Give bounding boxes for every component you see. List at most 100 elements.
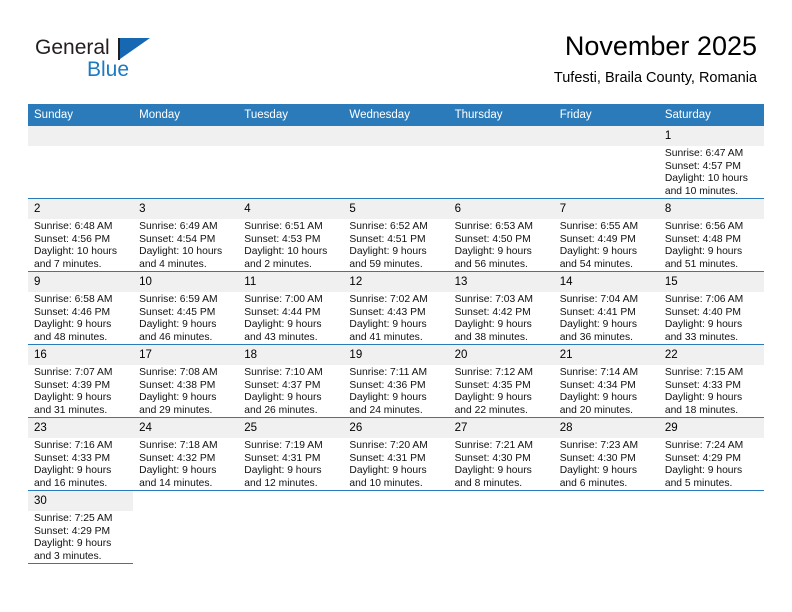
calendar-day-cell[interactable]: 15 Sunrise: 7:06 AM Sunset: 4:40 PM Dayligh… [658, 271, 764, 345]
daylight-text: Daylight: 9 hours and 41 minutes. [349, 319, 427, 343]
day-number: 12 [343, 272, 449, 292]
day-sun-info: Sunrise: 6:49 AM Sunset: 4:54 PM Daylight:… [133, 219, 238, 271]
calendar-day-cell[interactable]: 22 Sunrise: 7:15 AM Sunset: 4:33 PM Dayligh… [658, 344, 764, 418]
calendar-day-cell[interactable]: 12 Sunrise: 7:02 AM Sunset: 4:43 PM Dayligh… [343, 271, 449, 345]
calendar-day-cell[interactable]: 5 Sunrise: 6:52 AM Sunset: 4:51 PM Daylight… [343, 198, 449, 272]
sunrise-text: Sunrise: 7:12 AM [454, 367, 533, 378]
calendar-day-cell[interactable]: 7 Sunrise: 6:55 AM Sunset: 4:49 PM Daylight… [553, 198, 659, 272]
calendar-week-row: 16 Sunrise: 7:07 AM Sunset: 4:39 PM Dayligh… [28, 344, 764, 418]
weekday-header-monday: Monday [133, 104, 239, 126]
calendar-day-cell[interactable]: 19 Sunrise: 7:11 AM Sunset: 4:36 PM Dayligh… [343, 344, 449, 418]
calendar-day-cell[interactable]: 3 Sunrise: 6:49 AM Sunset: 4:54 PM Daylight… [133, 198, 239, 272]
day-sun-info: Sunrise: 7:02 AM Sunset: 4:43 PM Daylight:… [343, 292, 448, 344]
calendar-day-cell[interactable]: 10 Sunrise: 6:59 AM Sunset: 4:45 PM Dayligh… [133, 271, 239, 345]
day-sun-info: Sunrise: 6:58 AM Sunset: 4:46 PM Daylight:… [28, 292, 133, 344]
calendar-day-cell[interactable]: 16 Sunrise: 7:07 AM Sunset: 4:39 PM Dayligh… [28, 344, 134, 418]
day-number: 25 [238, 418, 344, 438]
day-number: 29 [658, 418, 764, 438]
calendar-day-cell[interactable]: 30 Sunrise: 7:25 AM Sunset: 4:29 PM Dayligh… [28, 490, 134, 564]
calendar-cell-empty [343, 126, 449, 199]
sunrise-text: Sunrise: 7:06 AM [664, 294, 744, 305]
sunrise-sunset-calendar: Sunday Monday Tuesday Wednesday Thursday… [28, 104, 764, 564]
calendar-day-cell[interactable]: 26 Sunrise: 7:20 AM Sunset: 4:31 PM Dayligh… [343, 417, 449, 491]
sunrise-text: Sunrise: 6:56 AM [664, 221, 744, 232]
sunset-text: Sunset: 4:54 PM [139, 233, 216, 245]
day-sun-info: Sunrise: 6:53 AM Sunset: 4:50 PM Daylight:… [449, 219, 554, 271]
calendar-day-cell[interactable]: 27 Sunrise: 7:21 AM Sunset: 4:30 PM Dayligh… [448, 417, 554, 491]
calendar-day-cell[interactable]: 2 Sunrise: 6:48 AM Sunset: 4:56 PM Daylight… [28, 198, 134, 272]
day-number: 6 [448, 199, 554, 219]
sunset-text: Sunset: 4:46 PM [34, 306, 111, 318]
calendar-day-cell[interactable]: 18 Sunrise: 7:10 AM Sunset: 4:37 PM Dayligh… [238, 344, 344, 418]
sunrise-text: Sunrise: 6:59 AM [139, 294, 218, 305]
day-sun-info: Sunrise: 7:15 AM Sunset: 4:33 PM Daylight:… [659, 365, 764, 417]
sunrise-text: Sunrise: 7:03 AM [454, 294, 533, 305]
sunrise-text: Sunrise: 7:15 AM [664, 367, 744, 378]
calendar-day-cell[interactable]: 6 Sunrise: 6:53 AM Sunset: 4:50 PM Daylight… [448, 198, 554, 272]
sunrise-text: Sunrise: 7:00 AM [244, 294, 323, 305]
day-number: 18 [238, 345, 344, 365]
sunset-text: Sunset: 4:34 PM [559, 379, 636, 391]
calendar-week-row: 23 Sunrise: 7:16 AM Sunset: 4:33 PM Dayligh… [28, 417, 764, 491]
sunrise-text: Sunrise: 7:14 AM [559, 367, 639, 378]
day-sun-info: Sunrise: 6:51 AM Sunset: 4:53 PM Daylight:… [238, 219, 343, 271]
calendar-day-cell[interactable]: 4 Sunrise: 6:51 AM Sunset: 4:53 PM Daylight… [238, 198, 344, 272]
day-number: 11 [238, 272, 344, 292]
calendar-day-cell[interactable]: 8 Sunrise: 6:56 AM Sunset: 4:48 PM Daylight… [658, 198, 764, 272]
calendar-cell-blank [238, 490, 344, 564]
sunrise-text: Sunrise: 7:21 AM [454, 440, 533, 451]
sunrise-text: Sunrise: 7:16 AM [34, 440, 113, 451]
calendar-cell-empty [553, 126, 659, 199]
daylight-text: Daylight: 9 hours and 22 minutes. [454, 392, 532, 416]
sunset-text: Sunset: 4:31 PM [244, 452, 321, 464]
calendar-day-cell[interactable]: 9 Sunrise: 6:58 AM Sunset: 4:46 PM Daylight… [28, 271, 134, 345]
sunrise-text: Sunrise: 7:10 AM [244, 367, 323, 378]
day-number [28, 126, 134, 146]
day-number [343, 126, 449, 146]
calendar-day-cell[interactable]: 21 Sunrise: 7:14 AM Sunset: 4:34 PM Dayligh… [553, 344, 659, 418]
page-header: General Blue November 2025 Tufesti, Brai… [0, 0, 792, 104]
day-number: 26 [343, 418, 449, 438]
sunset-text: Sunset: 4:42 PM [454, 306, 531, 318]
daylight-text: Daylight: 9 hours and 20 minutes. [559, 392, 637, 416]
sunrise-text: Sunrise: 6:47 AM [664, 148, 744, 159]
sunset-text: Sunset: 4:38 PM [139, 379, 216, 391]
day-sun-info: Sunrise: 7:11 AM Sunset: 4:36 PM Daylight:… [343, 365, 448, 417]
calendar-cell-empty [133, 126, 239, 199]
calendar-day-cell[interactable]: 14 Sunrise: 7:04 AM Sunset: 4:41 PM Dayligh… [553, 271, 659, 345]
calendar-day-cell[interactable]: 1 Sunrise: 6:47 AM Sunset: 4:57 PM Daylight… [658, 126, 764, 199]
sunrise-text: Sunrise: 6:48 AM [34, 221, 113, 232]
day-number: 7 [553, 199, 659, 219]
calendar-day-cell[interactable]: 17 Sunrise: 7:08 AM Sunset: 4:38 PM Dayligh… [133, 344, 239, 418]
daylight-text: Daylight: 10 hours and 4 minutes. [139, 246, 223, 270]
day-sun-info: Sunrise: 7:14 AM Sunset: 4:34 PM Daylight:… [554, 365, 659, 417]
day-sun-info: Sunrise: 6:55 AM Sunset: 4:49 PM Daylight:… [554, 219, 659, 271]
sunset-text: Sunset: 4:49 PM [559, 233, 636, 245]
day-sun-info: Sunrise: 7:16 AM Sunset: 4:33 PM Daylight:… [28, 438, 133, 490]
calendar-day-cell[interactable]: 13 Sunrise: 7:03 AM Sunset: 4:42 PM Dayligh… [448, 271, 554, 345]
day-number: 3 [133, 199, 239, 219]
daylight-text: Daylight: 9 hours and 51 minutes. [664, 246, 743, 270]
calendar-cell-blank [133, 490, 239, 564]
calendar-day-cell[interactable]: 24 Sunrise: 7:18 AM Sunset: 4:32 PM Dayligh… [133, 417, 239, 491]
weekday-header-wednesday: Wednesday [343, 104, 449, 126]
calendar-day-cell[interactable]: 23 Sunrise: 7:16 AM Sunset: 4:33 PM Dayligh… [28, 417, 134, 491]
logo-text-blue: Blue [87, 58, 130, 81]
day-sun-info: Sunrise: 7:24 AM Sunset: 4:29 PM Daylight:… [659, 438, 764, 490]
day-sun-info: Sunrise: 7:00 AM Sunset: 4:44 PM Daylight:… [238, 292, 343, 344]
day-sun-info: Sunrise: 7:12 AM Sunset: 4:35 PM Daylight:… [449, 365, 554, 417]
calendar-day-cell[interactable]: 25 Sunrise: 7:19 AM Sunset: 4:31 PM Dayligh… [238, 417, 344, 491]
calendar-day-cell[interactable]: 11 Sunrise: 7:00 AM Sunset: 4:44 PM Dayligh… [238, 271, 344, 345]
calendar-day-cell[interactable]: 20 Sunrise: 7:12 AM Sunset: 4:35 PM Dayligh… [448, 344, 554, 418]
day-sun-info: Sunrise: 7:23 AM Sunset: 4:30 PM Daylight:… [554, 438, 659, 490]
calendar-cell-blank [658, 490, 764, 564]
weekday-header-tuesday: Tuesday [238, 104, 344, 126]
calendar-day-cell[interactable]: 29 Sunrise: 7:24 AM Sunset: 4:29 PM Dayligh… [658, 417, 764, 491]
day-sun-info: Sunrise: 7:07 AM Sunset: 4:39 PM Daylight:… [28, 365, 133, 417]
sunset-text: Sunset: 4:37 PM [244, 379, 321, 391]
calendar-day-cell[interactable]: 28 Sunrise: 7:23 AM Sunset: 4:30 PM Dayligh… [553, 417, 659, 491]
day-sun-info: Sunrise: 6:47 AM Sunset: 4:57 PM Daylight:… [659, 146, 764, 198]
daylight-text: Daylight: 9 hours and 43 minutes. [244, 319, 322, 343]
daylight-text: Daylight: 10 hours and 2 minutes. [244, 246, 328, 270]
calendar-cell-blank [448, 490, 554, 564]
